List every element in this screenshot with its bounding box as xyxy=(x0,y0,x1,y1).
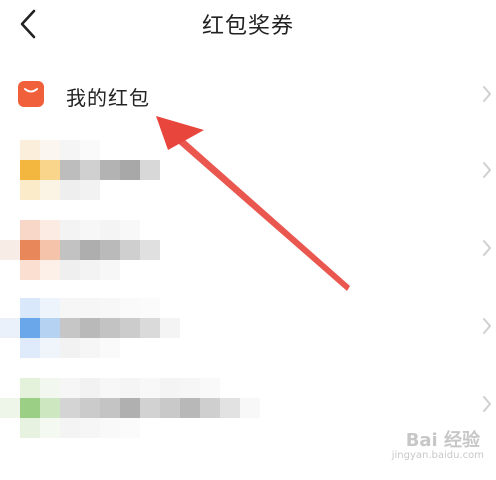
pixelated-text xyxy=(0,378,260,438)
pixelated-text xyxy=(0,298,180,358)
header-bar: 红包奖券 xyxy=(0,0,496,48)
watermark-sub: jingyan.baidu.com xyxy=(391,450,484,461)
list-item-label: 我的红包 xyxy=(66,86,150,110)
screen: 红包奖券 我的红包 Bai 经验 jingyan.baidu.com xyxy=(0,0,496,480)
red-packet-icon xyxy=(18,81,44,107)
chevron-right-icon xyxy=(483,318,491,334)
page-title: 红包奖券 xyxy=(201,14,294,39)
pixelated-text xyxy=(0,220,160,280)
chevron-right-icon xyxy=(483,396,491,412)
chevron-right-icon xyxy=(483,86,491,102)
chevron-right-icon xyxy=(483,162,491,178)
pixelated-text xyxy=(20,140,160,200)
chevron-right-icon xyxy=(483,240,491,256)
watermark-main: Bai 经验 xyxy=(405,430,480,451)
watermark-logo: Bai 经验 jingyan.baidu.com xyxy=(368,426,488,470)
list-item-my-red-packets[interactable]: 我的红包 xyxy=(0,56,496,132)
